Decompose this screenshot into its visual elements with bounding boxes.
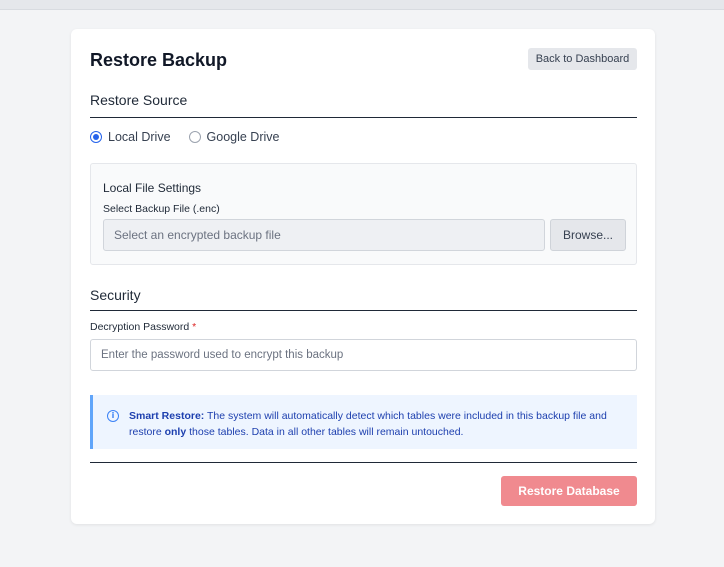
- browse-button[interactable]: Browse...: [550, 219, 626, 251]
- backup-file-input[interactable]: [103, 219, 545, 251]
- security-divider: [90, 310, 637, 311]
- info-icon: i: [107, 410, 119, 422]
- top-bar: [0, 0, 724, 10]
- restore-source-options: Local Drive Google Drive: [90, 129, 279, 145]
- smart-restore-text: Smart Restore: The system will automatic…: [129, 408, 629, 440]
- local-file-settings-heading: Local File Settings: [103, 181, 202, 195]
- required-marker: *: [192, 321, 197, 333]
- google-drive-option[interactable]: Google Drive: [188, 130, 280, 144]
- local-drive-option[interactable]: Local Drive: [90, 130, 171, 144]
- local-drive-label: Local Drive: [108, 130, 171, 144]
- backup-file-label: Select Backup File (.enc): [103, 203, 220, 215]
- local-drive-radio[interactable]: [90, 131, 102, 143]
- decryption-password-label-text: Decryption Password: [90, 321, 190, 333]
- decryption-password-input[interactable]: [90, 339, 637, 371]
- google-drive-label: Google Drive: [206, 130, 280, 144]
- page-title: Restore Backup: [90, 50, 228, 70]
- local-file-settings-panel: Local File Settings Select Backup File (…: [90, 163, 637, 265]
- smart-restore-notice: i Smart Restore: The system will automat…: [90, 395, 637, 449]
- restore-source-heading: Restore Source: [90, 92, 188, 108]
- restore-source-divider: [90, 117, 637, 118]
- restore-database-button[interactable]: Restore Database: [501, 476, 637, 506]
- decryption-password-label: Decryption Password *: [90, 321, 196, 333]
- google-drive-radio[interactable]: [188, 131, 201, 143]
- smart-restore-title: Smart Restore:: [129, 410, 205, 422]
- smart-restore-text-2: those tables. Data in all other tables w…: [189, 426, 464, 438]
- restore-backup-card: Restore Backup Back to Dashboard Restore…: [71, 29, 655, 524]
- back-to-dashboard-button[interactable]: Back to Dashboard: [528, 48, 637, 70]
- security-heading: Security: [90, 287, 141, 303]
- smart-restore-emphasis: only: [164, 426, 187, 438]
- actions-divider: [90, 462, 637, 463]
